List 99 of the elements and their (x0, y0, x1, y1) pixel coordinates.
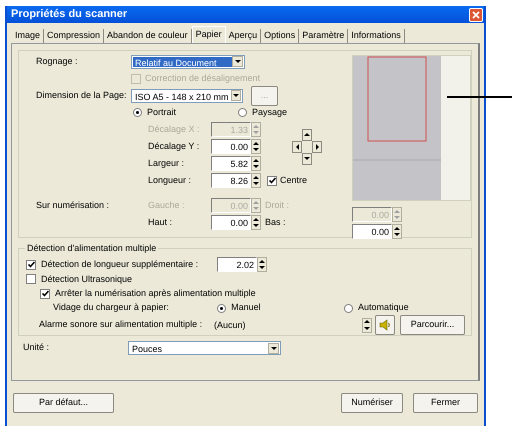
caret-icon (232, 94, 239, 97)
up-arrow-icon (394, 226, 400, 230)
group-title: Détection d'alimentation multiple (25, 242, 158, 256)
field-label: Gauche : (148, 198, 186, 212)
up-arrow-icon (259, 260, 265, 263)
tab[interactable]: Compression (44, 29, 104, 43)
down-arrow-icon (253, 224, 259, 228)
number-field[interactable]: 0.00 (211, 215, 251, 230)
dropdown[interactable]: Relatif au Document (131, 54, 245, 68)
spin-button[interactable] (251, 156, 261, 171)
button[interactable]: Numériser (341, 393, 403, 413)
checkbox[interactable] (267, 176, 277, 186)
spin-button[interactable] (251, 173, 261, 188)
field-label: Vidage du chargeur à papier: (53, 301, 170, 314)
right-button[interactable] (312, 140, 322, 152)
field-label: Détection de longueur supplémentaire : (41, 258, 198, 271)
sound-button[interactable] (375, 315, 395, 335)
window-title: Propriétés du scanner (11, 7, 128, 22)
down-arrow-icon (394, 216, 400, 220)
down-arrow-icon (253, 207, 259, 210)
checkbox[interactable] (40, 288, 50, 299)
callout-line (447, 96, 512, 98)
field-label: Décalage Y : (148, 140, 200, 153)
left-button[interactable] (292, 140, 302, 152)
close-icon (472, 10, 480, 18)
spin-button[interactable] (251, 215, 261, 230)
field-label: Centre (280, 174, 308, 187)
spin-button[interactable] (362, 318, 372, 332)
field-label: Décalage X : (148, 122, 201, 136)
browse-button[interactable]: Parcourir... (400, 315, 465, 335)
field-label: Dimension de la Page: (36, 88, 128, 102)
down-arrow-icon (364, 326, 370, 330)
up-arrow-icon (364, 320, 370, 324)
right-arrow-icon (316, 144, 318, 150)
down-arrow-icon (253, 148, 259, 152)
tab[interactable]: Papier (192, 26, 226, 43)
field-label: Arrêter la numérisation après alimentation multiple (55, 287, 256, 300)
up-arrow-icon (394, 210, 400, 213)
radio-button[interactable] (344, 304, 354, 313)
radio-button[interactable] (217, 304, 226, 313)
number-field[interactable]: 2.02 (217, 257, 257, 272)
caret-icon (270, 346, 276, 350)
number-field[interactable]: 8.26 (211, 173, 251, 188)
down-arrow-icon (304, 157, 310, 160)
radio-button[interactable] (133, 108, 142, 117)
up-arrow-icon (253, 176, 259, 179)
up-arrow-icon (253, 142, 259, 145)
field-label: Détection Ultrasonique (41, 272, 132, 286)
checkbox[interactable] (26, 260, 36, 270)
down-arrow-icon (253, 165, 259, 168)
spin-button[interactable] (251, 139, 261, 154)
tab[interactable]: Options (261, 29, 300, 43)
dropdown[interactable]: ISO A5 - 148 x 210 mm (131, 88, 243, 102)
up-arrow-icon (253, 158, 259, 162)
close-button[interactable] (469, 8, 483, 22)
up-button[interactable] (302, 128, 312, 140)
number-field[interactable]: 0.00 (211, 139, 251, 154)
tab[interactable]: Paramètre (299, 29, 348, 43)
field-label: Rognage : (36, 54, 79, 68)
field-label: Paysage (252, 106, 288, 119)
checkmark-icon (42, 290, 48, 298)
radio-button[interactable] (238, 108, 247, 117)
spin-button[interactable] (257, 257, 267, 272)
tab[interactable]: Aperçu (226, 29, 262, 43)
checkbox[interactable] (26, 274, 36, 284)
field-label: Unité : (23, 341, 50, 354)
speaker-icon (379, 319, 391, 331)
field-label: Bas : (265, 216, 286, 229)
button[interactable]: Fermer (413, 393, 478, 413)
caret-icon (234, 60, 240, 63)
down-arrow-icon (259, 266, 265, 270)
field-label: Alarme sonore sur alimentation multiple : (39, 318, 204, 332)
checkmark-icon (268, 177, 276, 184)
number-field[interactable]: 5.82 (211, 156, 251, 171)
checkmark-icon (28, 261, 34, 268)
down-arrow-icon (253, 182, 259, 186)
field-label: Correction de désalignement (145, 72, 260, 85)
left-arrow-icon (296, 144, 298, 150)
up-arrow-icon (253, 124, 259, 128)
tab[interactable]: Informations (348, 29, 405, 43)
spin-button[interactable] (392, 224, 402, 239)
field-label: Haut : (148, 216, 174, 229)
field-label: Droit : (265, 198, 290, 212)
tab[interactable]: Image (12, 29, 44, 43)
number-field[interactable]: 0.00 (352, 224, 392, 239)
down-arrow-icon (394, 233, 400, 236)
button[interactable]: Par défaut... (13, 393, 114, 413)
field-label: Automatique (358, 301, 409, 314)
field-label: Portrait (147, 106, 176, 119)
field-label: Manuel (231, 301, 261, 314)
field-label: Longueur : (148, 174, 192, 187)
up-arrow-icon (253, 200, 259, 204)
field-label: Largeur : (148, 156, 186, 170)
up-arrow-icon (304, 133, 310, 136)
up-arrow-icon (253, 218, 259, 221)
dropdown[interactable]: Pouces (128, 341, 281, 355)
down-arrow-icon (253, 131, 259, 134)
field-label: Sur numérisation : (36, 198, 110, 212)
down-button[interactable] (302, 152, 312, 164)
